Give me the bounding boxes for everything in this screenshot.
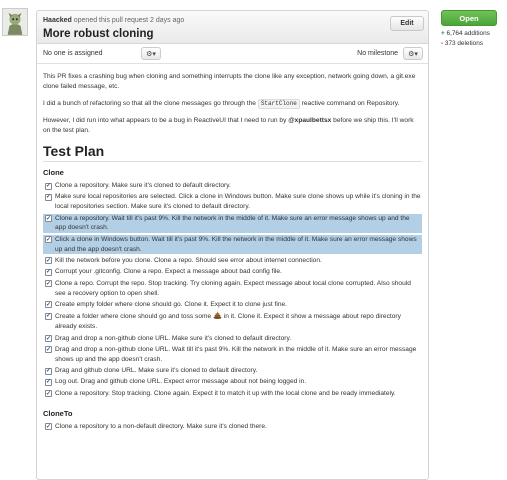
caret-down-icon: ▾ xyxy=(414,50,418,58)
task-item: ✓ Kill the network before you clone. Clon… xyxy=(43,256,422,266)
paragraph-text: However, I did run into what appears to … xyxy=(43,117,287,124)
task-text: Clone a repository. Stop tracking. Clone… xyxy=(55,389,396,397)
checkbox[interactable]: ✓ xyxy=(45,312,52,320)
checkbox[interactable]: ✓ xyxy=(45,268,52,276)
additions-count: 6,764 additions xyxy=(446,30,490,37)
poop-emoji-icon xyxy=(213,311,222,320)
checkmark-icon: ✓ xyxy=(45,368,52,375)
checkmark-icon: ✓ xyxy=(45,423,52,430)
task-text: Drag and drop a non-github clone URL. Wa… xyxy=(55,345,417,363)
task-text: Clone a repo. Corrupt the repo. Stop tra… xyxy=(55,279,411,297)
checkmark-icon: ✓ xyxy=(45,280,52,287)
open-state-button[interactable]: Open xyxy=(441,10,497,26)
checkmark-icon: ✓ xyxy=(45,346,52,353)
checkmark-icon: ✓ xyxy=(45,183,52,189)
cloneto-heading: CloneTo xyxy=(43,408,73,418)
assignment-bar: No one is assigned ⚙ ▾ No milestone ⚙ ▾ xyxy=(37,44,428,64)
checkbox[interactable]: ✓ xyxy=(45,215,52,223)
task-item: ✓ Drag and github clone URL. Make sure it… xyxy=(43,366,422,376)
test-plan-heading: Test Plan xyxy=(43,143,422,162)
checkbox[interactable]: ✓ xyxy=(45,335,52,342)
checkmark-icon: ✓ xyxy=(45,269,52,276)
clone-task-list: ✓ Clone a repository. Make sure it's clon… xyxy=(43,181,422,399)
edit-button[interactable]: Edit xyxy=(390,16,424,31)
task-text: Create a folder where clone should go an… xyxy=(55,313,212,321)
task-text: Log out. Drag and github clone URL. Expe… xyxy=(55,378,307,386)
pr-opened-text: opened this pull request 2 days ago xyxy=(73,17,185,24)
author-name-link[interactable]: Haacked xyxy=(43,17,72,24)
assignee-text: No one is assigned xyxy=(43,50,103,57)
pr-meta: Haacked opened this pull request 2 days … xyxy=(43,17,184,24)
checkmark-icon: ✓ xyxy=(45,215,52,222)
author-avatar[interactable] xyxy=(2,8,28,36)
task-item: ✓ Clone a repository. Stop tracking. Clon… xyxy=(43,389,422,399)
pr-description: This PR fixes a crashing bug when clonin… xyxy=(37,64,428,431)
description-paragraph-1: This PR fixes a crashing bug when clonin… xyxy=(43,73,416,90)
task-text: Corrupt your .gitconfig. Clone a repo. E… xyxy=(55,268,282,276)
task-item-selected: ✓ Clone a repository. Wait till it's past… xyxy=(43,213,422,234)
checkmark-icon: ✓ xyxy=(45,236,52,243)
paragraph-text: I did a bunch of refactoring so that all… xyxy=(43,100,256,107)
checkmark-icon: ✓ xyxy=(45,390,52,397)
task-item-selected: ✓ Click a clone in Windows button. Wait t… xyxy=(43,234,422,255)
pr-sidebar: Open + 6,764 additions - 373 deletions xyxy=(441,10,497,47)
deletions-count: 373 deletions xyxy=(444,40,483,47)
checkbox[interactable]: ✓ xyxy=(45,346,52,354)
description-paragraph-3: However, I did run into what appears to … xyxy=(43,116,422,136)
checkmark-icon: ✓ xyxy=(45,194,52,201)
checkmark-icon: ✓ xyxy=(45,301,52,308)
checkbox[interactable]: ✓ xyxy=(45,301,52,309)
checkbox[interactable]: ✓ xyxy=(45,367,52,375)
checkbox[interactable]: ✓ xyxy=(45,236,52,244)
task-item: ✓ Clone a repo. Corrupt the repo. Stop tr… xyxy=(43,279,422,299)
checkmark-icon: ✓ xyxy=(45,335,52,342)
checkbox[interactable]: ✓ xyxy=(45,193,52,201)
clone-heading: Clone xyxy=(43,168,64,177)
checkbox[interactable]: ✓ xyxy=(45,280,52,288)
description-paragraph-2: I did a bunch of refactoring so that all… xyxy=(43,99,422,109)
milestone-settings-button[interactable]: ⚙ ▾ xyxy=(403,47,423,60)
assignee-settings-button[interactable]: ⚙ ▾ xyxy=(141,47,161,60)
task-item: ✓ Clone a repository. Make sure it's clon… xyxy=(43,181,422,191)
checkmark-icon: ✓ xyxy=(45,257,52,264)
task-text: Clone a repository. Wait till it's past … xyxy=(55,214,410,232)
checkbox[interactable]: ✓ xyxy=(45,182,52,190)
task-text: Create empty folder where clone should g… xyxy=(55,300,288,308)
checkmark-icon: ✓ xyxy=(45,313,52,320)
task-item: ✓ Create empty folder where clone should … xyxy=(43,300,422,310)
task-item: ✓ Log out. Drag and github clone URL. Exp… xyxy=(43,377,422,387)
task-item: ✓ Make sure local repositories are select… xyxy=(43,192,422,212)
milestone-text: No milestone xyxy=(357,50,398,57)
pr-title: More robust cloning xyxy=(43,28,154,40)
paragraph-text: reactive command on Repository. xyxy=(301,100,400,107)
pull-request-card: Haacked opened this pull request 2 days … xyxy=(36,10,429,480)
task-item: ✓ Corrupt your .gitconfig. Clone a repo. … xyxy=(43,267,422,277)
caret-down-icon: ▾ xyxy=(152,50,156,58)
checkbox[interactable]: ✓ xyxy=(45,390,52,398)
plus-icon: + xyxy=(441,30,445,37)
minus-icon: - xyxy=(441,40,444,47)
task-item: ✓ Drag and drop a non-github clone URL. W… xyxy=(43,345,422,365)
task-text: Clone a repository. Make sure it's clone… xyxy=(55,182,231,189)
task-item: ✓ Create a folder where clone should go a… xyxy=(43,311,422,332)
task-text: Make sure local repositories are selecte… xyxy=(55,193,421,211)
avatar-image xyxy=(3,9,27,35)
task-item: ✓ Drag and drop a non-github clone URL. M… xyxy=(43,334,422,344)
task-text: Drag and github clone URL. Make sure it'… xyxy=(55,367,258,375)
checkbox[interactable]: ✓ xyxy=(45,257,52,265)
task-text: Clone a repository to a non-default dire… xyxy=(55,422,267,430)
user-mention-link[interactable]: @xpaulbettsx xyxy=(288,117,331,124)
checkbox[interactable]: ✓ xyxy=(45,378,52,386)
checkbox[interactable]: ✓ xyxy=(45,423,52,431)
task-text: Drag and drop a non-github clone URL. Ma… xyxy=(55,334,292,342)
task-text: Click a clone in Windows button. Wait ti… xyxy=(55,235,417,253)
task-item: ✓ Clone a repository to a non-default dir… xyxy=(43,422,422,432)
inline-code: StartClone xyxy=(257,99,300,109)
task-text: Kill the network before you clone. Clone… xyxy=(55,256,322,264)
deletions-stat: - 373 deletions xyxy=(441,40,497,47)
cloneto-task-list: ✓ Clone a repository to a non-default dir… xyxy=(43,422,422,432)
additions-stat: + 6,764 additions xyxy=(441,30,497,37)
checkmark-icon: ✓ xyxy=(45,379,52,386)
pr-header: Haacked opened this pull request 2 days … xyxy=(37,11,428,44)
